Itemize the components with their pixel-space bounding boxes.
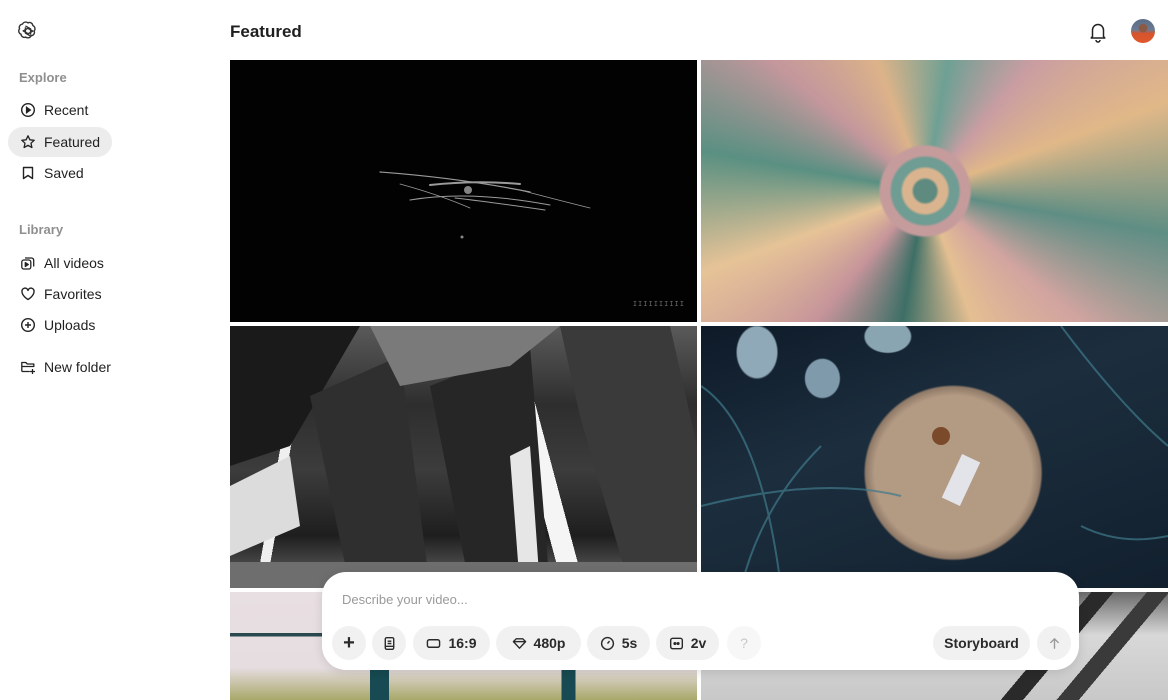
thumbnail-watermark: IIIIIIIIII: [632, 300, 685, 308]
sidebar: Explore Recent Featured Saved Library Al…: [0, 0, 218, 700]
library-section-label: Library: [19, 222, 64, 237]
sidebar-item-uploads[interactable]: Uploads: [8, 310, 107, 340]
sidebar-item-recent[interactable]: Recent: [8, 95, 100, 125]
aspect-ratio-value: 16:9: [448, 635, 477, 651]
arrow-up-icon: [1049, 637, 1059, 649]
variations-value: 2v: [690, 635, 707, 651]
video-prompt-composer: + 16:9 480p 5s 2v ? Storyboard: [322, 572, 1079, 670]
folder-plus-icon: [20, 359, 36, 375]
duration-value: 5s: [621, 635, 638, 651]
video-thumbnail[interactable]: IIIIIIIIII: [230, 60, 697, 322]
aspect-ratio-button[interactable]: 16:9: [413, 626, 490, 660]
resolution-value: 480p: [533, 635, 566, 651]
storyboard-label: Storyboard: [944, 635, 1019, 651]
variations-icon: [669, 637, 683, 649]
aspect-ratio-icon: [427, 638, 441, 648]
resolution-button[interactable]: 480p: [496, 626, 581, 660]
sidebar-item-label: Favorites: [44, 286, 102, 302]
bookmark-icon: [20, 165, 36, 181]
video-thumbnail[interactable]: [230, 326, 697, 588]
variations-button[interactable]: 2v: [656, 626, 719, 660]
sidebar-item-all-videos[interactable]: All videos: [8, 248, 116, 278]
diamond-icon: [512, 637, 526, 649]
star-icon: [20, 134, 36, 150]
help-button[interactable]: ?: [727, 626, 761, 660]
creature-shapes: [701, 326, 1168, 588]
clock-icon: [600, 636, 614, 650]
add-attachment-button[interactable]: +: [332, 626, 366, 660]
question-icon: ?: [740, 635, 748, 651]
openai-logo-icon[interactable]: [17, 20, 41, 44]
sidebar-item-label: Featured: [44, 134, 101, 150]
presets-button[interactable]: [372, 626, 406, 660]
sidebar-item-label: Recent: [44, 102, 89, 118]
plus-circle-icon: [20, 317, 36, 333]
architecture-shapes: [230, 326, 697, 588]
storyboard-button[interactable]: Storyboard: [933, 626, 1030, 660]
sidebar-item-label: Saved: [44, 165, 84, 181]
document-icon: [384, 636, 394, 650]
plus-icon: +: [343, 631, 355, 654]
video-thumbnail[interactable]: [701, 60, 1168, 322]
sidebar-item-label: Uploads: [44, 317, 96, 333]
new-folder-button[interactable]: New folder: [8, 352, 123, 382]
sidebar-item-label: All videos: [44, 255, 104, 271]
light-streaks: [379, 171, 591, 239]
videos-icon: [20, 255, 36, 271]
page-title: Featured: [230, 22, 302, 41]
submit-button[interactable]: [1037, 626, 1071, 660]
sidebar-item-favorites[interactable]: Favorites: [8, 279, 114, 309]
new-folder-label: New folder: [44, 359, 111, 375]
sidebar-item-featured[interactable]: Featured: [8, 127, 113, 157]
user-avatar[interactable]: [1131, 19, 1155, 43]
duration-button[interactable]: 5s: [587, 626, 650, 660]
prompt-input[interactable]: [342, 592, 1042, 607]
video-thumbnail[interactable]: [701, 326, 1168, 588]
heart-icon: [20, 286, 36, 302]
play-circle-icon: [20, 102, 36, 118]
explore-section-label: Explore: [19, 70, 67, 85]
bell-icon[interactable]: [1088, 21, 1108, 43]
sidebar-item-saved[interactable]: Saved: [8, 158, 96, 188]
